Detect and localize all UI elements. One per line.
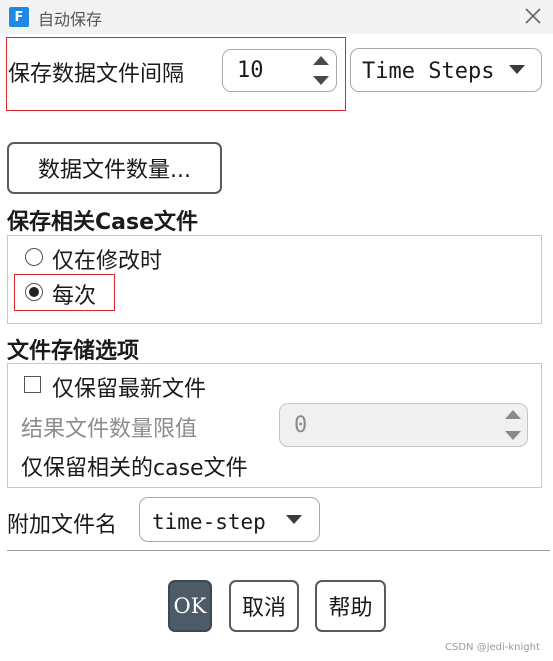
radio-on-modify[interactable] <box>25 248 43 266</box>
help-label: 帮助 <box>328 596 373 621</box>
storage-group-label: 文件存储选项 <box>7 339 140 364</box>
data-file-count-label: 数据文件数量... <box>38 158 191 183</box>
ok-button[interactable]: OK <box>168 580 212 632</box>
append-dropdown[interactable]: time-step <box>139 497 320 542</box>
radio-each-time[interactable] <box>25 283 43 301</box>
interval-value: 10 <box>237 58 264 83</box>
ok-label: OK <box>173 594 207 618</box>
limit-label: 结果文件数量限值 <box>21 417 198 442</box>
chevron-down-icon <box>286 515 302 524</box>
cancel-button[interactable]: 取消 <box>229 580 299 632</box>
keep-related-label: 仅保留相关的case文件 <box>21 456 248 481</box>
watermark: CSDN @jedi-knight <box>445 642 540 653</box>
keep-latest-checkbox[interactable] <box>24 376 41 393</box>
radio-on-modify-label[interactable]: 仅在修改时 <box>52 243 162 275</box>
case-group-label: 保存相关Case文件 <box>7 210 199 235</box>
chevron-down-icon <box>509 65 525 74</box>
append-value: time-step <box>152 510 266 534</box>
interval-label: 保存数据文件间隔 <box>8 62 185 87</box>
data-file-count-button[interactable]: 数据文件数量... <box>7 142 222 194</box>
window-title: 自动保存 <box>38 10 103 29</box>
interval-spinbox[interactable]: 10 <box>222 49 337 92</box>
append-label: 附加文件名 <box>7 513 118 538</box>
spin-up-icon[interactable] <box>313 56 329 65</box>
app-logo-icon: F <box>9 7 29 27</box>
cancel-label: 取消 <box>241 596 286 621</box>
radio-selected-dot <box>28 286 39 297</box>
spin-down-icon[interactable] <box>313 76 329 85</box>
radio-each-time-label[interactable]: 每次 <box>52 278 96 310</box>
interval-unit-value: Time Steps <box>362 59 495 84</box>
limit-value: 0 <box>294 413 308 438</box>
help-button[interactable]: 帮助 <box>315 580 386 632</box>
limit-spinbox[interactable]: 0 <box>279 403 528 447</box>
spin-down-icon[interactable] <box>505 431 521 440</box>
keep-latest-label[interactable]: 仅保留最新文件 <box>52 371 206 403</box>
spin-up-icon[interactable] <box>505 410 521 419</box>
separator <box>7 550 550 551</box>
interval-unit-dropdown[interactable]: Time Steps <box>350 48 542 92</box>
close-icon[interactable] <box>522 5 544 27</box>
